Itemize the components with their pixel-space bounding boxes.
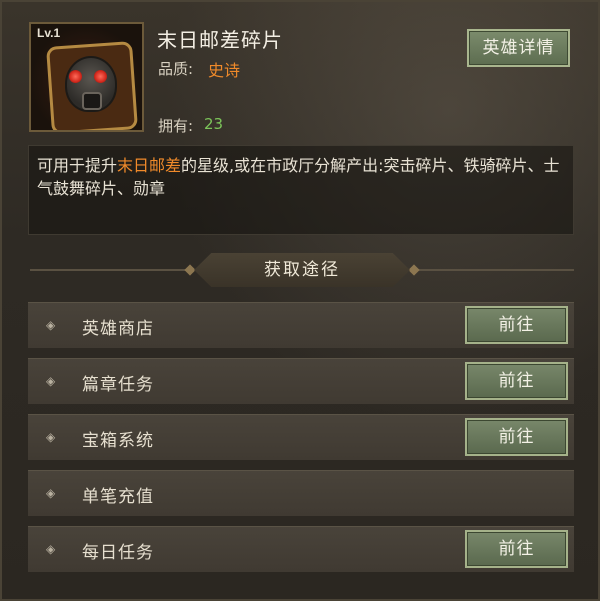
hero-detail-button[interactable]: 英雄详情 <box>467 29 570 67</box>
route-label: 英雄商店 <box>82 319 154 339</box>
desc-text-before: 可用于提升 <box>37 156 118 175</box>
route-row-chapter-tasks: ◈ 篇章任务 前往 <box>28 358 574 404</box>
route-label: 每日任务 <box>82 543 154 563</box>
diamond-bullet-icon: ◈ <box>46 542 56 556</box>
owned-count: 23 <box>204 115 224 133</box>
owned-label: 拥有: <box>158 117 194 135</box>
acquire-routes-title: 获取途径 <box>194 253 410 287</box>
route-row-single-recharge: ◈ 单笔充值 <box>28 470 574 516</box>
quality-label: 品质: <box>158 60 194 78</box>
level-badge: Lv.1 <box>37 26 61 40</box>
divider-diamond-right <box>408 264 420 276</box>
go-button-chapter-tasks[interactable]: 前往 <box>465 362 568 400</box>
divider-right <box>412 269 574 271</box>
item-name: 末日邮差碎片 <box>157 28 283 52</box>
go-button-daily-tasks[interactable]: 前往 <box>465 530 568 568</box>
route-label: 篇章任务 <box>82 375 154 395</box>
diamond-bullet-icon: ◈ <box>46 374 56 388</box>
diamond-bullet-icon: ◈ <box>46 318 56 332</box>
route-row-daily-tasks: ◈ 每日任务 前往 <box>28 526 574 572</box>
route-label: 宝箱系统 <box>82 431 154 451</box>
go-button-hero-shop[interactable]: 前往 <box>465 306 568 344</box>
mask-eye-left <box>69 70 82 83</box>
divider-diamond-left <box>184 264 196 276</box>
mask-eye-right <box>94 70 107 83</box>
diamond-bullet-icon: ◈ <box>46 430 56 444</box>
route-label: 单笔充值 <box>82 487 154 507</box>
quality-value: 史诗 <box>208 61 241 80</box>
item-info-panel: Lv.1 末日邮差碎片 品质: 史诗 拥有: 23 英雄详情 可用于提升末日邮差… <box>0 0 600 601</box>
divider-left <box>30 269 192 271</box>
desc-hero-highlight: 末日邮差 <box>117 156 182 175</box>
diamond-bullet-icon: ◈ <box>46 486 56 500</box>
item-description: 可用于提升末日邮差的星级,或在市政厅分解产出:突击碎片、铁骑碎片、士气鼓舞碎片、… <box>28 145 574 235</box>
mask-filter <box>82 92 102 110</box>
hero-fragment-icon: Lv.1 <box>29 22 144 132</box>
route-row-hero-shop: ◈ 英雄商店 前往 <box>28 302 574 348</box>
route-row-chest-system: ◈ 宝箱系统 前往 <box>28 414 574 460</box>
go-button-chest-system[interactable]: 前往 <box>465 418 568 456</box>
